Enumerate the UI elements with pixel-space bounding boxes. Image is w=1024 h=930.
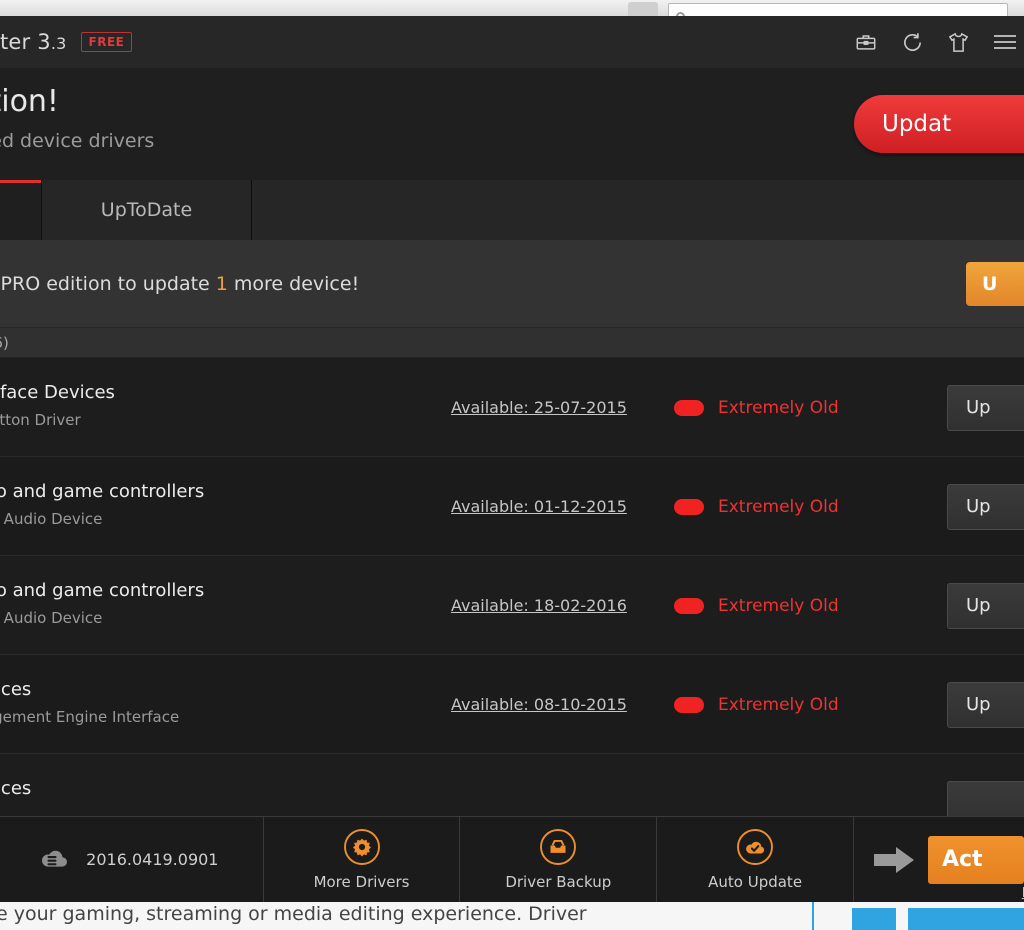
row-names: und, video and game controllers h Defini… (0, 481, 204, 528)
page-divider (812, 902, 814, 930)
available-date-link[interactable]: Available: 18-02-2016 (451, 596, 627, 615)
pro-upgrade-message: ade to PRO edition to update 1 more devi… (0, 273, 359, 295)
more-drivers-button[interactable]: More Drivers (264, 817, 461, 902)
page-blue-block-2 (908, 908, 1024, 930)
pro-text-after: more device! (227, 272, 360, 295)
row-date: Available: 18-02-2016 (451, 556, 627, 655)
activate-cell: Act E (854, 817, 1024, 902)
activate-wrap: Act E (927, 835, 1024, 901)
app-title-text: ter 3 (0, 30, 51, 54)
driver-updater-app: ter 3.3 FREE ion! d device drivers Updat… (0, 16, 1024, 902)
auto-update-label: Auto Update (708, 873, 803, 891)
attention-banner: ention! outdated device drivers Updat (0, 68, 1024, 180)
upgrade-button[interactable]: U (966, 262, 1024, 306)
available-date-link[interactable]: Available: 01-12-2015 (451, 497, 627, 516)
hamburger-menu-icon[interactable] (992, 30, 1016, 54)
titlebar-tools (854, 16, 1022, 68)
row-status: Extremely Old (674, 655, 839, 754)
table-row[interactable]: und, video and game controllers h Defini… (0, 556, 1024, 655)
tab-strip: UpToDate (0, 180, 1024, 240)
status-badge: Extremely Old (718, 397, 839, 418)
background-webpage-text: e your gaming, streaming or media editin… (0, 903, 587, 925)
database-cloud-icon (36, 845, 70, 875)
row-action: Up (947, 457, 1024, 556)
pro-device-count: 1 (215, 272, 228, 295)
edition-badge: FREE (80, 32, 133, 52)
titlebar: ter 3.3 FREE (0, 16, 1024, 68)
row-action: Up (947, 358, 1024, 457)
available-date-link[interactable]: Available: 08-10-2015 (451, 695, 627, 714)
row-status: Extremely Old (674, 457, 839, 556)
driver-name: h Definition Audio Device (0, 510, 103, 528)
driver-name: h Definition Audio Device (0, 609, 103, 627)
table-row[interactable]: stem devices el(R) Management Engine Int… (0, 655, 1024, 754)
device-category: stem devices (0, 778, 32, 799)
tab-outdated[interactable] (0, 180, 42, 240)
update-button[interactable]: Up (947, 384, 1024, 431)
group-header[interactable]: (16) (0, 328, 1024, 358)
status-badge: Extremely Old (718, 595, 839, 616)
table-row[interactable]: und, video and game controllers h Defini… (0, 457, 1024, 556)
update-button[interactable]: Up (947, 582, 1024, 629)
update-all-button[interactable]: Updat (854, 95, 1024, 153)
update-button[interactable]: Up (947, 483, 1024, 530)
arrow-right-icon (872, 843, 918, 877)
banner-title: ention! (0, 84, 59, 119)
inbox-circle-icon (539, 828, 577, 866)
app-version-minor: .3 (50, 34, 67, 53)
more-drivers-label: More Drivers (313, 873, 410, 891)
row-names: stem devices el(R) Management Engine Int… (0, 679, 179, 726)
update-button[interactable]: Up (947, 681, 1024, 728)
row-status: Extremely Old (674, 556, 839, 655)
pro-text-before: ade to PRO edition to update (0, 272, 210, 295)
page-blue-block-1 (852, 908, 896, 930)
table-row[interactable]: man Interface Devices Wireless Button Dr… (0, 358, 1024, 457)
device-category: stem devices (0, 679, 32, 700)
banner-subtitle: outdated device drivers (0, 130, 155, 152)
tab-strip-filler (252, 180, 1024, 240)
row-date: Available: 25-07-2015 (451, 358, 627, 457)
group-count: (16) (0, 333, 9, 352)
status-indicator-icon (674, 597, 704, 614)
driver-name: Wireless Button Driver (0, 411, 81, 429)
row-names: stem devices (0, 778, 31, 807)
toolbox-icon[interactable] (854, 30, 878, 54)
database-version-cell: 2016.0419.0901 (0, 817, 264, 902)
app-window-screenshot: ter 3.3 FREE ion! d device drivers Updat… (0, 0, 1024, 930)
driver-backup-button[interactable]: Driver Backup (460, 817, 658, 902)
row-names: man Interface Devices Wireless Button Dr… (0, 382, 115, 429)
available-date-link[interactable]: Available: 25-07-2015 (451, 398, 627, 417)
row-names: und, video and game controllers h Defini… (0, 580, 204, 627)
row-action: Up (947, 556, 1024, 655)
row-date: Available: 01-12-2015 (451, 457, 627, 556)
device-category: und, video and game controllers (0, 580, 205, 601)
rescue-restore-icon[interactable] (900, 30, 924, 54)
pro-upgrade-bar: ade to PRO edition to update 1 more devi… (0, 240, 1024, 328)
activate-button[interactable]: Act (927, 835, 1024, 884)
bottom-toolbar: 2016.0419.0901 More Drivers Driver Backu… (0, 816, 1024, 902)
device-category: man Interface Devices (0, 382, 115, 403)
status-badge: Extremely Old (718, 694, 839, 715)
row-action: Up (947, 655, 1024, 754)
status-indicator-icon (674, 399, 704, 416)
gear-circle-icon (343, 828, 381, 866)
cloud-check-circle-icon (736, 828, 774, 866)
row-date: Available: 08-10-2015 (451, 655, 627, 754)
tab-uptodate[interactable]: UpToDate (42, 180, 252, 240)
database-version: 2016.0419.0901 (86, 850, 219, 869)
status-indicator-icon (674, 696, 704, 713)
background-webpage-strip: e your gaming, streaming or media editin… (0, 902, 1024, 930)
status-indicator-icon (674, 498, 704, 515)
driver-list: man Interface Devices Wireless Button Dr… (0, 358, 1024, 853)
row-status: Extremely Old (674, 358, 839, 457)
auto-update-button[interactable]: Auto Update (657, 817, 854, 902)
driver-backup-label: Driver Backup (505, 873, 612, 891)
skin-tshirt-icon[interactable] (946, 30, 970, 54)
app-title: ter 3.3 (0, 30, 67, 54)
driver-name: el(R) Management Engine Interface (0, 708, 180, 726)
browser-chrome-strip (0, 0, 1024, 22)
device-category: und, video and game controllers (0, 481, 205, 502)
status-badge: Extremely Old (718, 496, 839, 517)
